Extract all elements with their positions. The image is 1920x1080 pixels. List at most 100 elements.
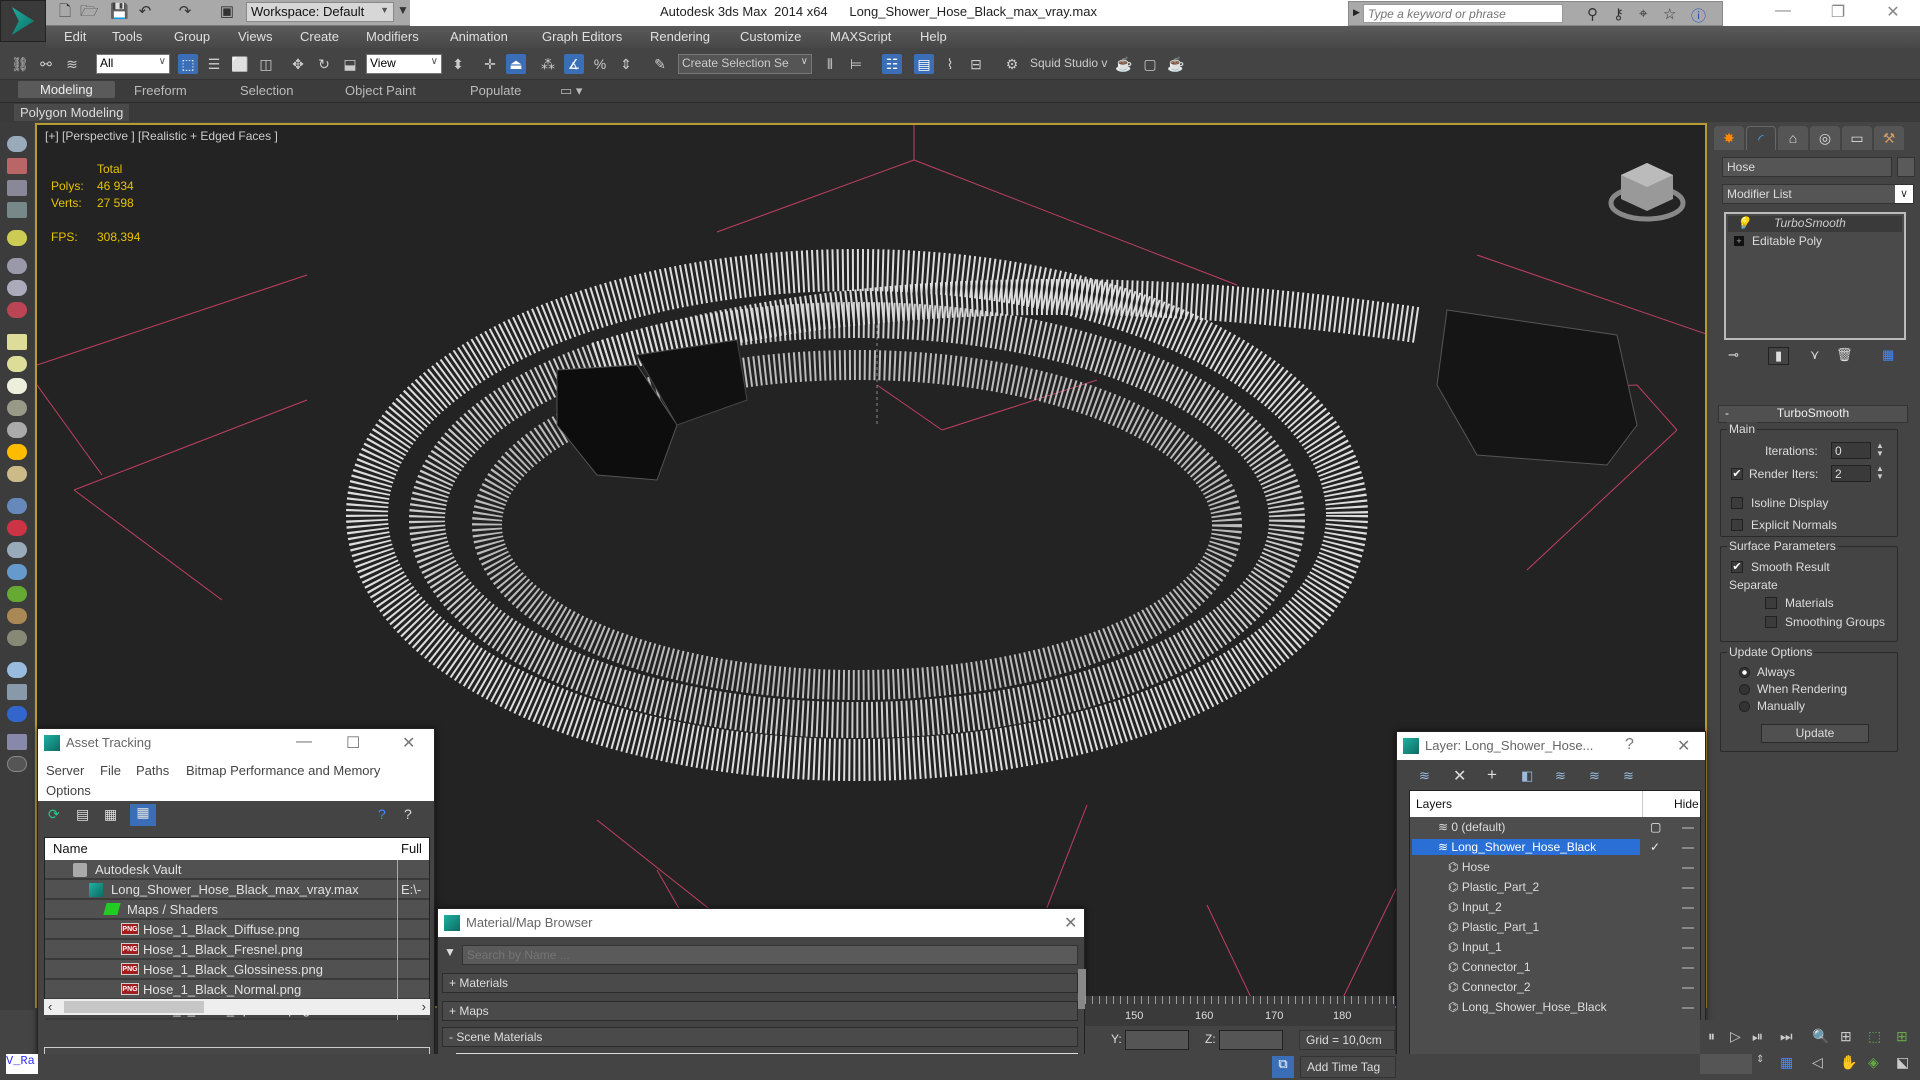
set-current-icon[interactable]: ▢: [1650, 820, 1661, 834]
add-time-tag-button[interactable]: Add Time Tag: [1300, 1056, 1396, 1078]
stack-item-editable-poly[interactable]: + Editable Poly: [1728, 234, 1902, 250]
key-icon[interactable]: ⚷: [1613, 5, 1624, 23]
scroll-left-icon[interactable]: ‹: [48, 999, 52, 1014]
menu-tools[interactable]: Tools: [112, 29, 142, 44]
cone-icon[interactable]: [7, 422, 27, 438]
save-icon[interactable]: 💾: [110, 3, 129, 21]
show-end-result-icon[interactable]: ▮: [1768, 347, 1790, 365]
tab-create-icon[interactable]: ✸: [1714, 126, 1744, 150]
radio-always[interactable]: [1739, 667, 1750, 678]
remove-modifier-icon[interactable]: 🗑: [1836, 347, 1853, 363]
asset-horizontal-scrollbar[interactable]: ‹ ›: [44, 999, 430, 1015]
object-row[interactable]: ⌬ Input_1: [1410, 938, 1700, 958]
percent-snap-icon[interactable]: %: [590, 54, 610, 74]
spinner-snap-icon[interactable]: ⇕: [616, 54, 636, 74]
stone-icon[interactable]: [7, 630, 27, 646]
teapot-icon[interactable]: [7, 136, 27, 152]
object-row[interactable]: ⌬ Connector_2: [1410, 978, 1700, 998]
helper-icon[interactable]: [7, 280, 27, 296]
filter-options-icon[interactable]: ▼: [444, 945, 456, 959]
ribbon-options-icon[interactable]: ▭ ▾: [560, 83, 582, 99]
explicit-normals-checkbox[interactable]: [1731, 519, 1743, 531]
dome-light-icon[interactable]: [7, 356, 27, 372]
layer-explorer-titlebar[interactable]: Layer: Long_Shower_Hose... ? ✕: [1397, 732, 1705, 760]
hide-toggle[interactable]: [1682, 927, 1694, 929]
select-by-name-icon[interactable]: ☰: [204, 54, 224, 74]
hose-wireframe[interactable]: [346, 249, 1420, 781]
ellipse-icon[interactable]: [7, 466, 27, 482]
unlink-icon[interactable]: ⚯: [36, 54, 56, 74]
column-layers[interactable]: Layers: [1416, 797, 1452, 811]
menu-graph-editors[interactable]: Graph Editors: [542, 29, 622, 44]
go-to-end-icon[interactable]: ⏭: [1780, 1028, 1793, 1045]
viewcube-icon[interactable]: [1607, 155, 1687, 225]
structure-icon[interactable]: [7, 542, 27, 558]
spinner-arrows-icon[interactable]: ▲ ▼: [1875, 442, 1885, 459]
minimize-button[interactable]: —: [296, 733, 312, 751]
menu-server[interactable]: Server: [46, 763, 84, 778]
rotate-icon[interactable]: ↻: [314, 54, 334, 74]
undo-icon[interactable]: ↶: [136, 3, 154, 21]
modifier-list-dropdown[interactable]: Modifier List ∨: [1722, 184, 1914, 204]
link-icon[interactable]: ⛓: [10, 54, 30, 74]
highlight-help-icon[interactable]: ?: [404, 806, 412, 822]
tab-motion-icon[interactable]: ◎: [1810, 126, 1840, 150]
menu-file[interactable]: File: [100, 763, 121, 778]
pan-icon[interactable]: ✋: [1840, 1054, 1857, 1071]
asset-row[interactable]: PNG Hose_1_Black_Glossiness.png: [45, 960, 429, 980]
layer-properties-icon[interactable]: ≋: [1623, 768, 1634, 784]
animal-icon[interactable]: [7, 608, 27, 624]
make-unique-icon[interactable]: ⋎: [1810, 347, 1820, 363]
plane-light-icon[interactable]: [7, 334, 27, 350]
disc-light-icon[interactable]: [7, 378, 27, 394]
object-row[interactable]: ⌬ Long_Shower_Hose_Black: [1410, 998, 1700, 1018]
asset-row[interactable]: Autodesk Vault: [45, 860, 429, 880]
binoculars-icon[interactable]: ⚲: [1587, 5, 1598, 23]
tab-display-icon[interactable]: ▭: [1842, 126, 1872, 150]
mirror-icon[interactable]: ⫴: [820, 54, 840, 74]
close-button[interactable]: ✕: [402, 733, 415, 753]
squid-studio-button[interactable]: Squid Studio v: [1030, 56, 1107, 70]
expand-arrow-icon[interactable]: ▶: [1353, 7, 1360, 18]
column-full[interactable]: Full: [401, 841, 422, 856]
maxscript-listener[interactable]: V_Ra: [6, 1054, 38, 1074]
thumbnail-view-icon[interactable]: ▦: [104, 806, 117, 823]
menu-create[interactable]: Create: [300, 29, 339, 44]
select-object-icon[interactable]: ⬚: [178, 54, 198, 74]
menu-animation[interactable]: Animation: [450, 29, 508, 44]
named-selection-dropdown[interactable]: Create Selection Se ∨: [678, 54, 812, 74]
spinner-arrows-icon[interactable]: ⇕: [1756, 1054, 1764, 1065]
window-crossing-icon[interactable]: ◫: [256, 54, 276, 74]
zoom-extents-icon[interactable]: ⬚: [1868, 1028, 1881, 1045]
pin-stack-icon[interactable]: ⊸: [1728, 347, 1739, 363]
camera-icon[interactable]: [7, 258, 27, 274]
sphere-icon[interactable]: [7, 662, 27, 678]
plant-icon[interactable]: [7, 586, 27, 602]
workspace-dropdown[interactable]: Workspace: Default ▼: [246, 2, 394, 22]
menu-paths[interactable]: Paths: [136, 763, 169, 778]
help-icon[interactable]: ⓘ: [1691, 5, 1706, 26]
column-name[interactable]: Name: [53, 841, 88, 856]
help-button[interactable]: ?: [1625, 736, 1634, 754]
redo-icon[interactable]: ↷: [176, 3, 194, 21]
object-row[interactable]: ⌬ Plastic_Part_1: [1410, 918, 1700, 938]
pivot-center-icon[interactable]: ⬍: [448, 54, 468, 74]
close-button[interactable]: ✕: [1064, 913, 1077, 933]
satellite-icon[interactable]: ⌖: [1639, 5, 1647, 22]
layer-row[interactable]: ≋ 0 (default) ▢: [1410, 818, 1700, 838]
sun-icon[interactable]: [7, 444, 27, 460]
hide-toggle[interactable]: [1682, 947, 1694, 949]
layer-explorer-icon[interactable]: ▤: [914, 54, 934, 74]
next-frame-icon[interactable]: ⏯: [1752, 1028, 1763, 1045]
cloud-icon[interactable]: [7, 564, 27, 580]
lightbulb-icon[interactable]: 💡: [1736, 216, 1751, 230]
menu-bitmap-performance[interactable]: Bitmap Performance and Memory: [186, 763, 380, 778]
align-icon[interactable]: ⊨: [846, 54, 866, 74]
section-materials[interactable]: + Materials: [442, 973, 1078, 993]
select-manipulate-icon[interactable]: ✛: [480, 54, 500, 74]
close-button[interactable]: ✕: [1677, 736, 1690, 756]
zoom-all-icon[interactable]: ⊞: [1840, 1028, 1852, 1045]
scroll-right-icon[interactable]: ›: [422, 999, 426, 1014]
prev-frame-icon[interactable]: ⏸: [1708, 1028, 1715, 1045]
tab-modeling[interactable]: Modeling: [18, 81, 115, 98]
